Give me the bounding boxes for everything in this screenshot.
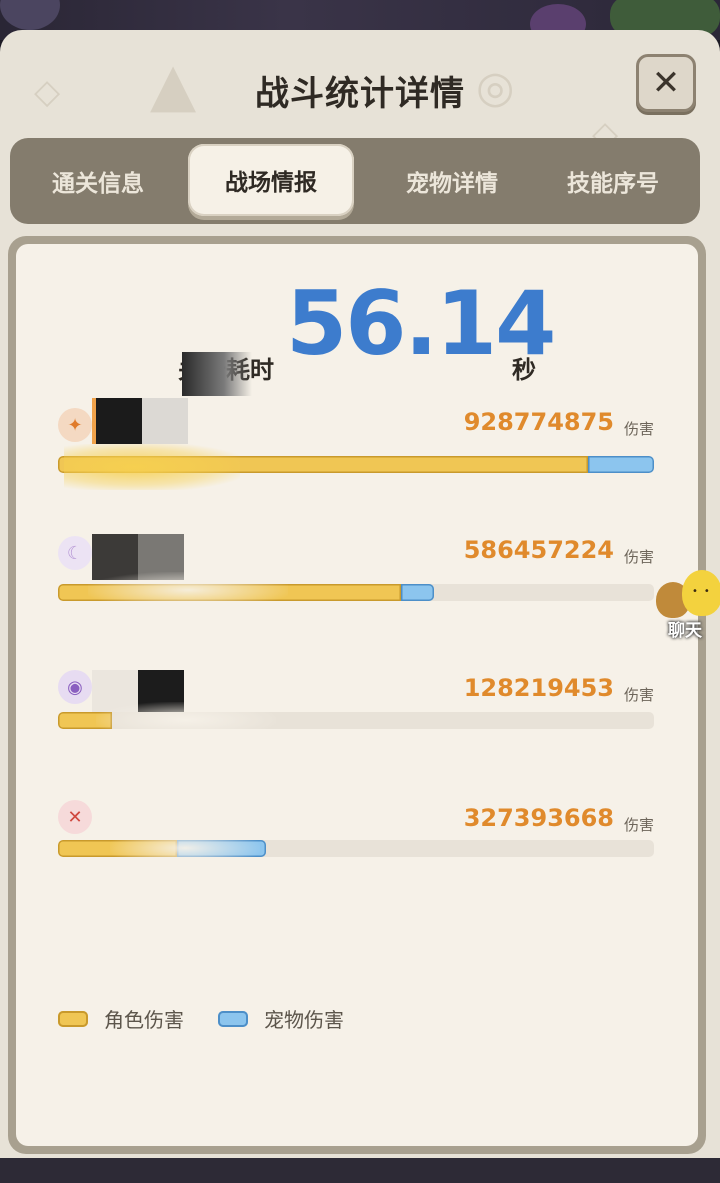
privacy-blur: [110, 830, 260, 866]
privacy-mosaic: [182, 352, 252, 396]
damage-value: 128219453: [463, 674, 614, 702]
damage-value: 586457224: [463, 536, 614, 564]
swirl-icon: ☾: [58, 536, 92, 570]
privacy-blur: [88, 572, 288, 608]
legend-role: 角色伤害: [58, 1004, 184, 1033]
privacy-blur: [64, 444, 240, 490]
legend-pet-label: 宠物伤害: [264, 1008, 344, 1032]
damage-value: 928774875: [463, 408, 614, 436]
tab-clear-info[interactable]: 通关信息: [10, 138, 186, 224]
damage-value: 327393668: [463, 804, 614, 832]
chat-button[interactable]: •• 聊天: [654, 568, 720, 642]
privacy-blur: [96, 702, 276, 738]
legend-role-label: 角色伤害: [104, 1008, 184, 1032]
dialog-title: 战斗统计详情: [255, 74, 465, 114]
damage-unit: 伤害: [623, 548, 654, 566]
damage-unit: 伤害: [623, 420, 654, 438]
pet-damage-bar: [401, 584, 434, 601]
time-unit: 秒: [512, 356, 536, 384]
fox-icon: ✕: [58, 800, 92, 834]
damage-unit: 伤害: [623, 686, 654, 704]
game-background-strip: [0, 1158, 720, 1183]
tab-skill-sequence[interactable]: 技能序号: [530, 138, 696, 224]
chat-label: 聊天: [668, 621, 702, 641]
role-swatch: [58, 1010, 88, 1027]
legend-pet: 宠物伤害: [218, 1004, 344, 1033]
claw-icon: ✦: [58, 408, 92, 442]
pet-swatch: [218, 1010, 248, 1027]
close-button[interactable]: ✕: [636, 54, 696, 112]
name-mosaic: [92, 398, 188, 444]
tab-bar: 通关信息 战场情报 宠物详情 技能序号: [10, 138, 700, 224]
tab-pet-details[interactable]: 宠物详情: [364, 138, 540, 224]
pet-damage-bar: [588, 456, 654, 473]
damage-unit: 伤害: [623, 816, 654, 834]
tab-battle-intel[interactable]: 战场情报: [188, 144, 354, 216]
orb-icon: ◉: [58, 670, 92, 704]
close-icon: ✕: [651, 63, 681, 103]
